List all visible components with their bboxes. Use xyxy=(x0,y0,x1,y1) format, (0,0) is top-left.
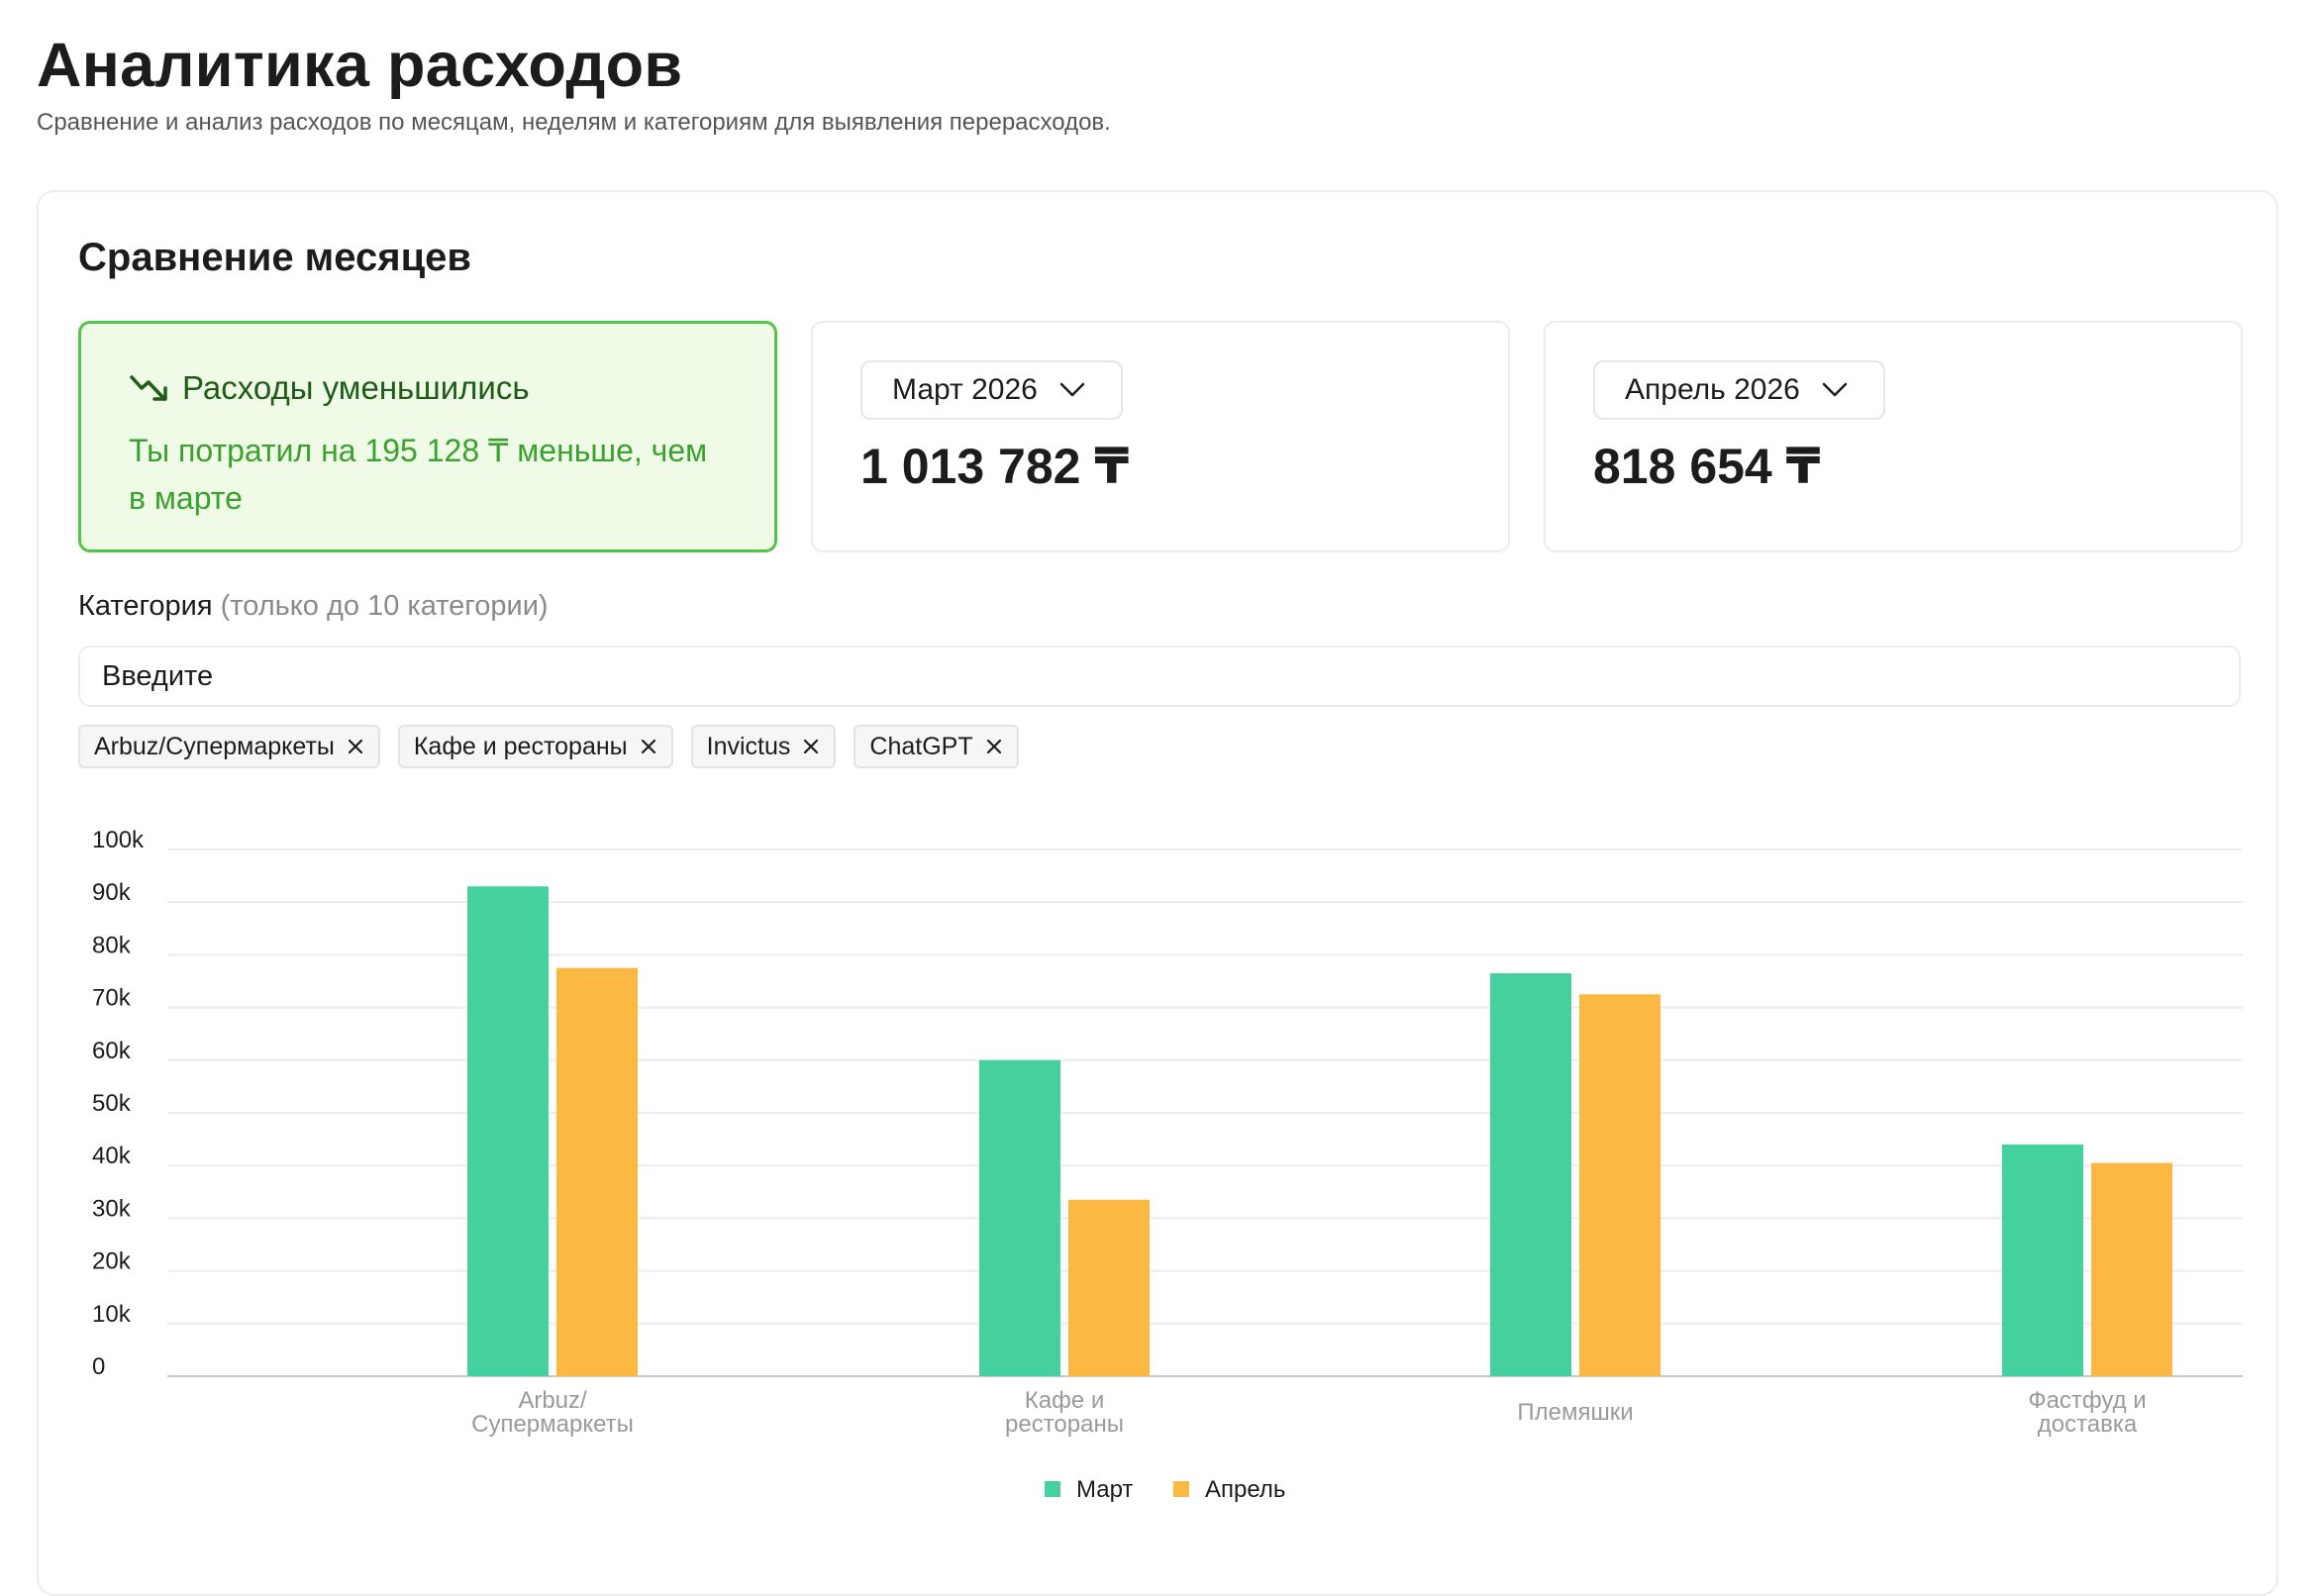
y-tick-label: 40k xyxy=(92,1143,132,1169)
close-icon[interactable] xyxy=(985,738,1003,755)
spending-bar-chart: 0 10k 20k 30k 40k 50k 60k 70k 80k 90k 100k Arbuz/Су… xyxy=(92,827,2243,1503)
x-tick-label: Фастфуд и xyxy=(2028,1387,2146,1414)
bar-april xyxy=(1068,1199,1150,1376)
category-chip: ChatGPT xyxy=(854,725,1019,768)
chevron-down-icon xyxy=(1822,382,1848,397)
category-search-input[interactable] xyxy=(78,646,2241,707)
category-chip-label: ChatGPT xyxy=(869,732,973,760)
y-tick-label: 0 xyxy=(92,1353,105,1380)
page-subtitle: Сравнение и анализ расходов по месяцам, … xyxy=(37,109,1111,136)
close-icon[interactable] xyxy=(802,738,820,755)
y-tick-label: 30k xyxy=(92,1195,132,1222)
legend-label: Апрель xyxy=(1205,1476,1285,1503)
category-hint: (только до 10 категории) xyxy=(220,590,549,622)
y-tick-label: 90k xyxy=(92,879,132,906)
page-title: Аналитика расходов xyxy=(37,31,683,100)
bar-april xyxy=(2091,1162,2172,1376)
x-tick-label: Кафе и xyxy=(1025,1387,1105,1414)
category-chip-label: Arbuz/Супермаркеты xyxy=(94,732,335,760)
month-a-select-label: Март 2026 xyxy=(892,373,1038,406)
y-tick-label: 60k xyxy=(92,1038,132,1064)
category-label: Категория (только до 10 категории) xyxy=(78,590,549,623)
month-b-select-label: Апрель 2026 xyxy=(1625,373,1800,406)
legend-swatch xyxy=(1045,1481,1060,1497)
x-tick-label: доставка xyxy=(2038,1411,2138,1438)
change-summary-header: Расходы уменьшились xyxy=(129,369,530,407)
x-tick-label: рестораны xyxy=(1005,1411,1124,1438)
y-tick-label: 70k xyxy=(92,985,132,1012)
x-tick-label: Супермаркеты xyxy=(471,1411,634,1438)
change-summary-tile: Расходы уменьшились Ты потратил на 195 1… xyxy=(78,321,777,552)
bar-march xyxy=(1490,973,1571,1376)
trending-down-icon xyxy=(130,375,167,401)
y-tick-label: 50k xyxy=(92,1090,132,1117)
month-b-select[interactable]: Апрель 2026 xyxy=(1593,360,1885,420)
bar-march xyxy=(979,1059,1060,1376)
y-tick-label: 100k xyxy=(92,827,145,853)
x-tick-label: Arbuz/ xyxy=(518,1387,587,1414)
bar-april xyxy=(1579,994,1660,1376)
bar-march xyxy=(2002,1144,2083,1376)
y-tick-label: 20k xyxy=(92,1248,132,1275)
y-tick-label: 10k xyxy=(92,1301,132,1328)
category-label-text: Категория xyxy=(78,590,213,622)
category-chip-label: Invictus xyxy=(706,732,791,760)
month-a-select[interactable]: Март 2026 xyxy=(860,360,1123,420)
change-summary-title: Расходы уменьшились xyxy=(182,369,530,406)
category-chip: Arbuz/Супермаркеты xyxy=(78,725,380,768)
close-icon[interactable] xyxy=(347,738,364,755)
y-tick-label: 80k xyxy=(92,932,132,958)
bar-march xyxy=(467,886,549,1376)
section-title: Сравнение месяцев xyxy=(78,236,471,279)
month-b-tile: Апрель 2026 818 654 ₸ xyxy=(1544,321,2243,552)
month-a-amount: 1 013 782 ₸ xyxy=(860,439,1130,494)
close-icon[interactable] xyxy=(640,738,657,755)
month-b-amount: 818 654 ₸ xyxy=(1593,439,1821,494)
chevron-down-icon xyxy=(1059,382,1085,397)
legend-swatch xyxy=(1173,1481,1189,1497)
month-a-tile: Март 2026 1 013 782 ₸ xyxy=(811,321,1510,552)
month-comparison-card: Сравнение месяцев Расходы уменьшились Ты… xyxy=(37,190,2278,1596)
category-chip: Кафе и рестораны xyxy=(397,725,673,768)
category-chip: Invictus xyxy=(690,725,837,768)
legend-label: Март xyxy=(1076,1476,1133,1503)
category-chip-label: Кафе и рестораны xyxy=(413,732,628,760)
change-summary-text: Ты потратил на 195 128 ₸ меньше, чем в м… xyxy=(129,433,708,516)
x-tick-label: Племяшки xyxy=(1517,1399,1633,1426)
bar-april xyxy=(556,967,638,1376)
selected-categories: Arbuz/Супермаркеты Кафе и рестораны Invi… xyxy=(78,725,1019,768)
